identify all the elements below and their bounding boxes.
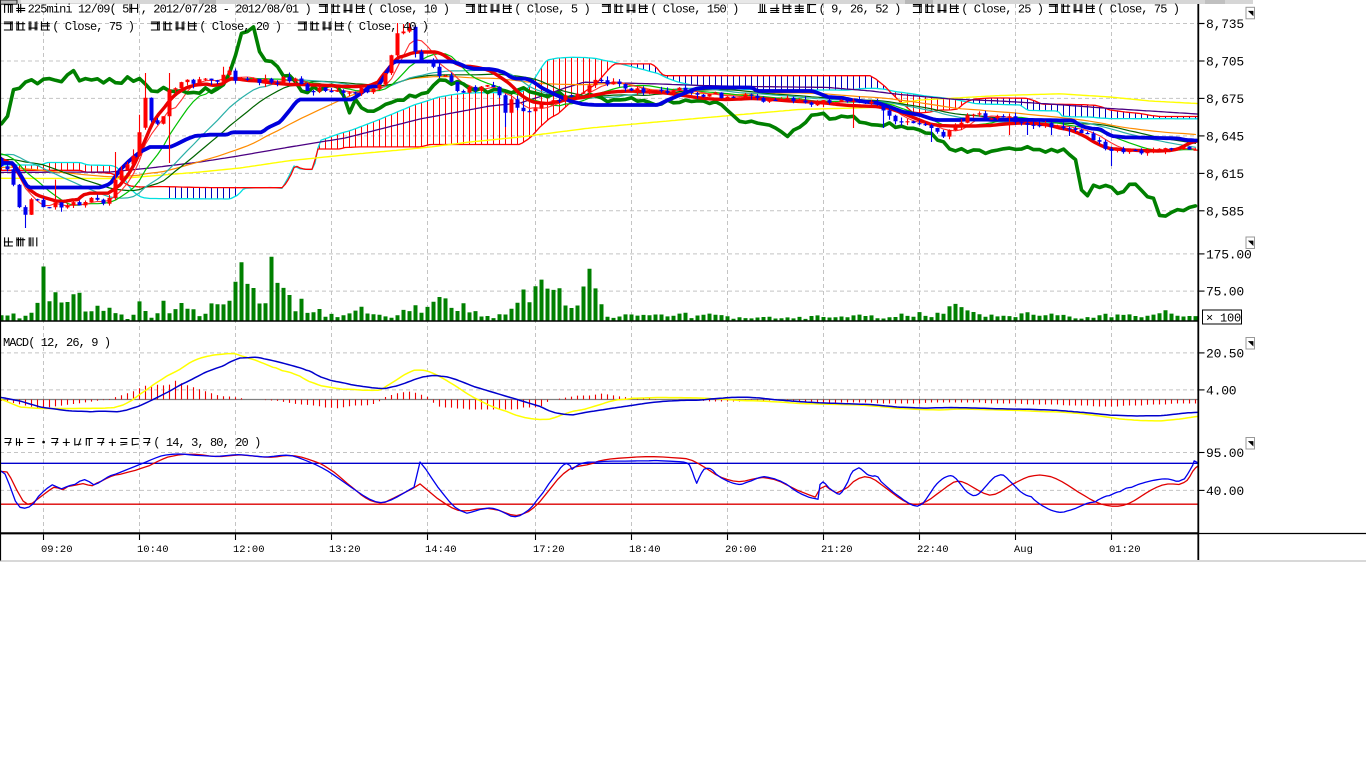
svg-text:21:20: 21:20 (821, 544, 853, 556)
svg-text:( Close, 5 ): ( Close, 5 ) (514, 3, 590, 17)
svg-text:( Close, 10 ): ( Close, 10 ) (367, 3, 449, 17)
svg-text:13:20: 13:20 (329, 544, 361, 556)
svg-text:14:40: 14:40 (425, 544, 457, 556)
svg-text:95.00: 95.00 (1206, 446, 1244, 461)
svg-text:22:40: 22:40 (917, 544, 949, 556)
svg-text:01:20: 01:20 (1109, 544, 1141, 556)
svg-text:20:00: 20:00 (725, 544, 757, 556)
svg-text:17:20: 17:20 (533, 544, 565, 556)
svg-text:( Close, 40 ): ( Close, 40 ) (346, 20, 428, 34)
svg-text:10:40: 10:40 (137, 544, 169, 556)
svg-text:( Close, 25 ): ( Close, 25 ) (961, 3, 1043, 17)
svg-text:( 14, 3, 80, 20 ): ( 14, 3, 80, 20 ) (153, 436, 260, 450)
svg-text:8,585: 8,585 (1206, 204, 1244, 219)
svg-text:225mini 12/09( 5: 225mini 12/09( 5 (28, 3, 130, 17)
svg-text:( 9, 26, 52 ): ( 9, 26, 52 ) (819, 3, 901, 17)
svg-text:( Close, 75 ): ( Close, 75 ) (52, 20, 134, 34)
svg-text:( Close, 20 ): ( Close, 20 ) (199, 20, 281, 34)
svg-text:MACD( 12, 26, 9 ): MACD( 12, 26, 9 ) (3, 336, 110, 350)
svg-text:18:40: 18:40 (629, 544, 661, 556)
svg-text:Aug: Aug (1014, 544, 1033, 556)
svg-text:, 2012/07/28 - 2012/08/01 ): , 2012/07/28 - 2012/08/01 ) (141, 3, 311, 17)
svg-text:8,615: 8,615 (1206, 167, 1244, 182)
svg-text:40.00: 40.00 (1206, 484, 1244, 499)
svg-text:175.00: 175.00 (1206, 247, 1252, 262)
svg-text:8,675: 8,675 (1206, 92, 1244, 107)
svg-text:12:00: 12:00 (233, 544, 265, 556)
svg-text:09:20: 09:20 (41, 544, 73, 556)
svg-text:( Close, 75 ): ( Close, 75 ) (1097, 3, 1179, 17)
svg-text:8,705: 8,705 (1206, 55, 1244, 70)
svg-text:( Close, 150 ): ( Close, 150 ) (650, 3, 738, 17)
svg-text:75.00: 75.00 (1206, 285, 1244, 300)
svg-text:8,735: 8,735 (1206, 17, 1244, 32)
svg-text:× 100: × 100 (1206, 312, 1241, 326)
svg-text:4.00: 4.00 (1206, 383, 1236, 398)
svg-text:20.50: 20.50 (1206, 346, 1244, 361)
svg-text:8,645: 8,645 (1206, 129, 1244, 144)
